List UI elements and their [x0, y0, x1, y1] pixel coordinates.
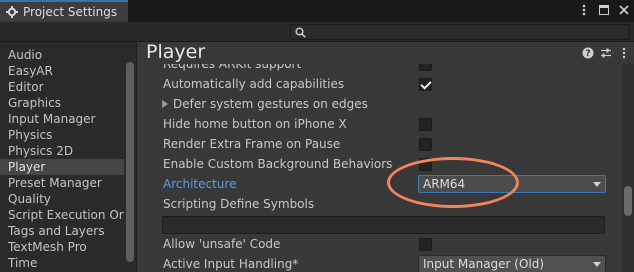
- title-bar: Project Settings: [0, 0, 634, 22]
- custom-background-label: Enable Custom Background Behaviors: [163, 157, 393, 171]
- page-title: Player: [146, 41, 206, 63]
- architecture-row: Architecture ARM64: [137, 174, 622, 194]
- player-settings-panel: Requires ARKit support Automatically add…: [137, 41, 634, 272]
- architecture-dropdown[interactable]: ARM64: [418, 175, 606, 193]
- allow-unsafe-checkbox[interactable]: [419, 238, 432, 251]
- chevron-down-icon: [593, 182, 601, 187]
- sidebar-item-easyar[interactable]: EasyAR: [0, 63, 124, 79]
- custom-background-row: Enable Custom Background Behaviors: [137, 154, 622, 174]
- architecture-label: Architecture: [163, 177, 237, 191]
- sidebar-item-player[interactable]: Player: [0, 159, 124, 175]
- settings-search-input[interactable]: [290, 24, 630, 40]
- hide-home-checkbox[interactable]: [419, 118, 432, 131]
- render-extra-label: Render Extra Frame on Pause: [163, 137, 341, 151]
- sidebar-item-time[interactable]: Time: [0, 255, 124, 271]
- architecture-value: ARM64: [423, 177, 466, 191]
- preset-sliders-icon[interactable]: [600, 47, 612, 59]
- panel-header: Player ?: [137, 41, 634, 64]
- search-bar: [0, 22, 634, 42]
- sidebar-scrollbar[interactable]: [124, 42, 136, 272]
- sidebar-item-input-manager[interactable]: Input Manager: [0, 111, 124, 127]
- auto-capabilities-label: Automatically add capabilities: [163, 77, 345, 91]
- active-input-row: Active Input Handling* Input Manager (Ol…: [137, 254, 622, 272]
- render-extra-checkbox[interactable]: [419, 138, 432, 151]
- sidebar-item-editor[interactable]: Editor: [0, 79, 124, 95]
- more-options-icon[interactable]: [578, 3, 590, 17]
- project-settings-tab[interactable]: Project Settings: [0, 0, 128, 22]
- auto-capabilities-checkbox[interactable]: [419, 78, 432, 91]
- scripting-define-row: Scripting Define Symbols: [137, 194, 622, 214]
- sidebar-item-quality[interactable]: Quality: [0, 191, 124, 207]
- allow-unsafe-row: Allow 'unsafe' Code: [137, 234, 622, 254]
- hide-home-label: Hide home button on iPhone X: [163, 117, 347, 131]
- help-icon[interactable]: ?: [582, 47, 594, 59]
- auto-capabilities-row: Automatically add capabilities: [137, 74, 622, 94]
- tab-title: Project Settings: [23, 5, 118, 19]
- hide-home-row: Hide home button on iPhone X: [137, 114, 622, 134]
- sidebar-item-tags-and-layers[interactable]: Tags and Layers: [0, 223, 124, 239]
- gear-icon: [6, 6, 18, 18]
- settings-sidebar: Audio EasyAR Editor Graphics Input Manag…: [0, 42, 136, 272]
- sidebar-item-physics[interactable]: Physics: [0, 127, 124, 143]
- scripting-define-input[interactable]: [162, 216, 605, 234]
- panel-scroll-thumb[interactable]: [624, 186, 632, 216]
- active-input-dropdown[interactable]: Input Manager (Old): [418, 255, 606, 272]
- maximize-icon[interactable]: [598, 3, 610, 17]
- search-icon: [295, 27, 306, 38]
- allow-unsafe-label: Allow 'unsafe' Code: [163, 237, 281, 251]
- more-options-icon[interactable]: [618, 47, 630, 59]
- render-extra-row: Render Extra Frame on Pause: [137, 134, 622, 154]
- foldout-arrow-icon[interactable]: [162, 100, 168, 108]
- svg-text:?: ?: [585, 49, 590, 59]
- panel-scrollbar[interactable]: [622, 64, 634, 272]
- sidebar-scroll-thumb[interactable]: [126, 62, 134, 262]
- scripting-define-field-row: [137, 214, 622, 234]
- active-input-label: Active Input Handling*: [163, 257, 299, 271]
- sidebar-item-graphics[interactable]: Graphics: [0, 95, 124, 111]
- sidebar-item-physics-2d[interactable]: Physics 2D: [0, 143, 124, 159]
- scripting-define-label: Scripting Define Symbols: [163, 197, 315, 211]
- active-input-value: Input Manager (Old): [423, 257, 545, 271]
- chevron-down-icon: [593, 262, 601, 267]
- defer-gestures-row[interactable]: Defer system gestures on edges: [137, 94, 622, 114]
- sidebar-item-textmesh-pro[interactable]: TextMesh Pro: [0, 239, 124, 255]
- sidebar-item-preset-manager[interactable]: Preset Manager: [0, 175, 124, 191]
- sidebar-item-script-execution-order[interactable]: Script Execution Ord: [0, 207, 124, 223]
- defer-gestures-label[interactable]: Defer system gestures on edges: [173, 97, 368, 111]
- close-icon[interactable]: [618, 3, 630, 17]
- custom-background-checkbox[interactable]: [419, 158, 432, 171]
- sidebar-item-audio[interactable]: Audio: [0, 47, 124, 63]
